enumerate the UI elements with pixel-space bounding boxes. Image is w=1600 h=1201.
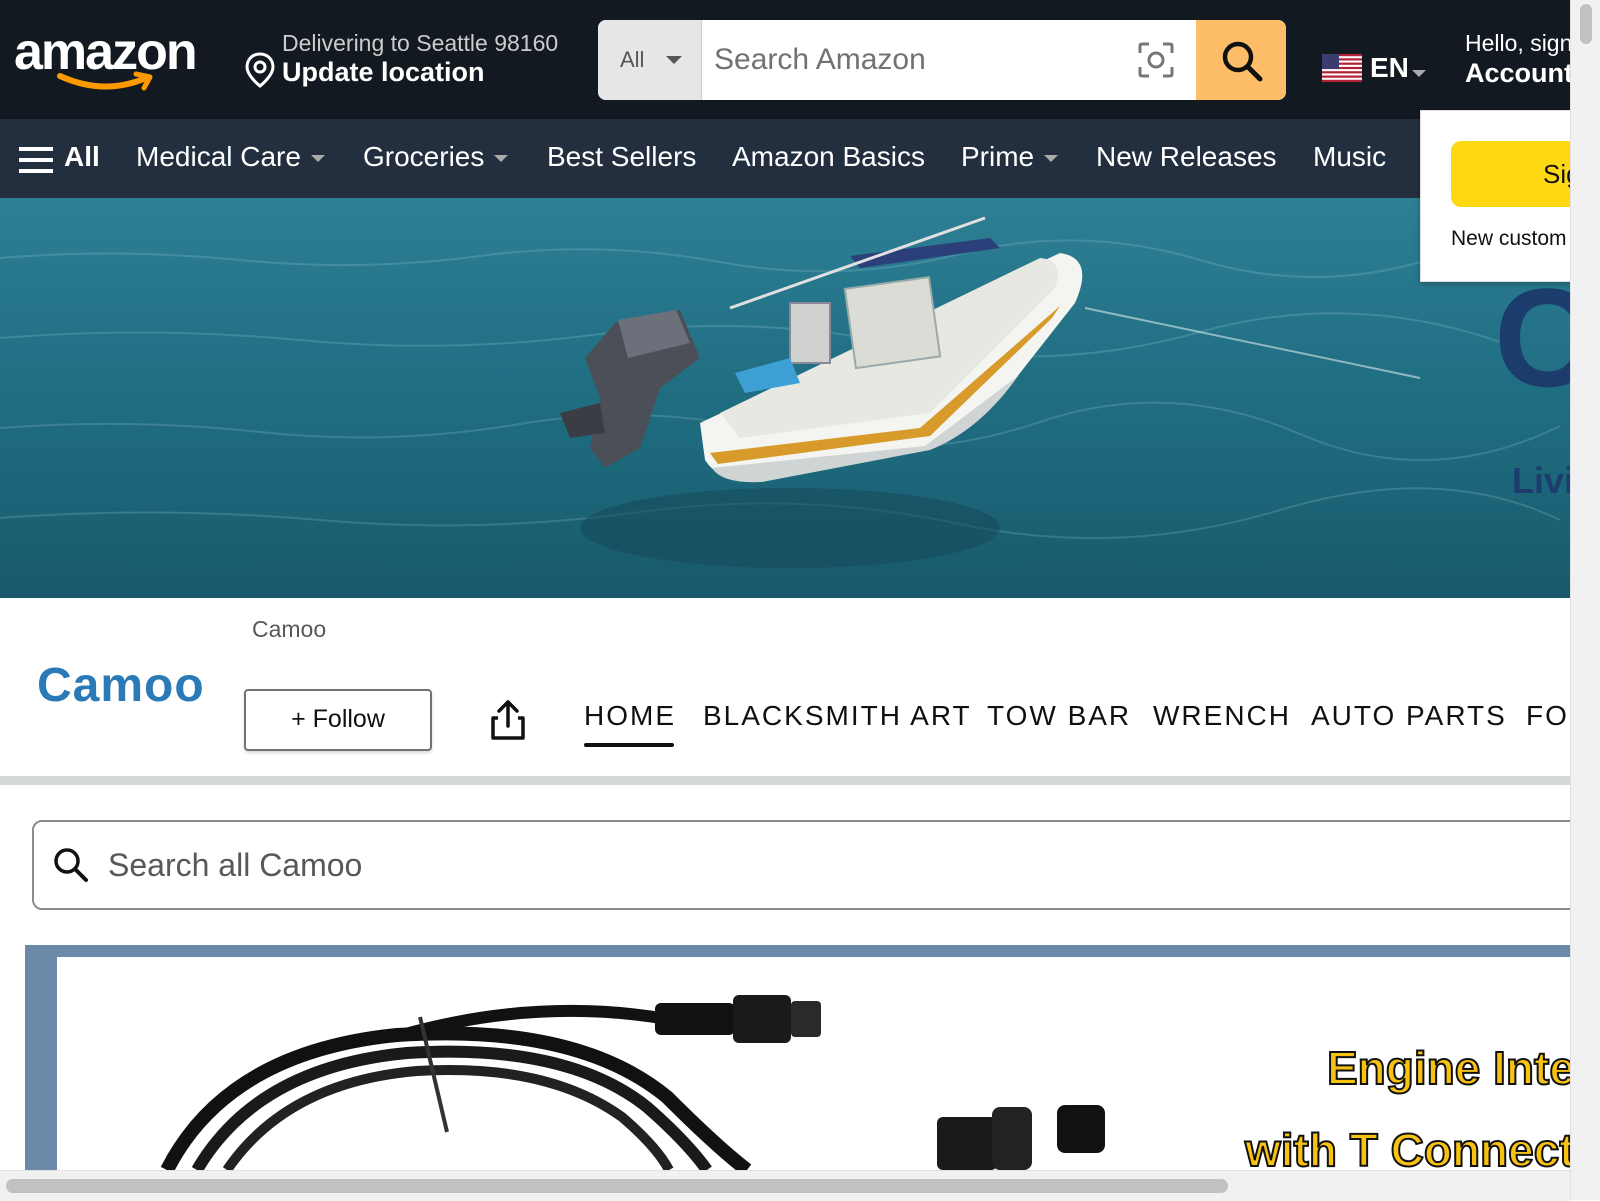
- chevron-down-icon: [1412, 70, 1426, 77]
- chevron-down-icon: [310, 155, 325, 163]
- search-category-label: All: [620, 47, 645, 72]
- camera-lens-icon[interactable]: [1136, 40, 1176, 80]
- logo-smile-icon: [57, 71, 153, 91]
- signin-flyout: Sig New custom: [1420, 110, 1582, 282]
- nav-bar: All Medical Care Groceries Best Sellers …: [0, 119, 1570, 198]
- hamburger-menu-icon: [19, 147, 53, 173]
- nav-item-label: Best Sellers: [547, 141, 697, 172]
- nav-item-label: New Releases: [1096, 141, 1277, 172]
- product-promo-banner[interactable]: Engine Inter with T Connecto: [25, 945, 1570, 1170]
- delivery-location[interactable]: Delivering to Seattle 98160 Update locat…: [245, 30, 575, 90]
- search-submit-button[interactable]: [1196, 20, 1286, 100]
- tab-blacksmith-art[interactable]: BLACKSMITH ART: [703, 700, 972, 732]
- follow-button-label: + Follow: [291, 705, 385, 733]
- nav-item-groceries[interactable]: Groceries: [363, 141, 509, 173]
- nav-item-best-sellers[interactable]: Best Sellers: [547, 141, 696, 173]
- chevron-down-icon: [666, 56, 682, 64]
- delivery-line: Delivering to Seattle 98160: [282, 30, 559, 56]
- nav-item-label: Groceries: [363, 141, 485, 172]
- vertical-scrollbar[interactable]: [1570, 0, 1600, 1200]
- tab-wrench[interactable]: WRENCH: [1153, 700, 1291, 732]
- nav-item-amazon-basics[interactable]: Amazon Basics: [732, 141, 925, 173]
- cable-product-image: [160, 995, 1105, 1170]
- amazon-logo[interactable]: amazon: [14, 22, 214, 100]
- chevron-down-icon: [1044, 155, 1059, 163]
- store-logo-text: Camoo: [37, 659, 205, 712]
- search-input[interactable]: [704, 20, 1184, 100]
- active-tab-indicator: [584, 743, 674, 747]
- promo-headline: Engine Inter: [1326, 1041, 1570, 1095]
- tab-home[interactable]: HOME: [584, 700, 676, 732]
- store-breadcrumb[interactable]: Camoo: [252, 616, 326, 643]
- account-menu[interactable]: Hello, sign Account: [1465, 28, 1570, 98]
- tab-tow-bar[interactable]: TOW BAR: [987, 700, 1131, 732]
- nav-item-medical-care[interactable]: Medical Care: [136, 141, 325, 173]
- boat-image: [0, 216, 1561, 568]
- nav-item-label: Medical Care: [136, 141, 301, 172]
- vertical-scrollbar-thumb[interactable]: [1580, 4, 1592, 44]
- promo-subheadline: with T Connecto: [1244, 1123, 1570, 1170]
- nav-item-new-releases[interactable]: New Releases: [1096, 141, 1277, 173]
- hero-brand-letter: C: [1494, 259, 1570, 416]
- search-category-select[interactable]: All: [598, 20, 702, 100]
- horizontal-scrollbar[interactable]: [0, 1170, 1570, 1201]
- all-menu-label: All: [64, 141, 100, 172]
- nav-item-prime[interactable]: Prime: [961, 141, 1059, 173]
- store-hero-banner: C Livi: [0, 198, 1570, 598]
- search-icon: [54, 848, 88, 882]
- top-header: amazon Delivering to Seattle 98160 Updat…: [0, 0, 1570, 119]
- nav-item-music[interactable]: Music: [1313, 141, 1386, 173]
- search-icon: [1222, 41, 1263, 82]
- store-search-bar: [32, 820, 1596, 910]
- hero-tagline: Livi: [1512, 460, 1570, 501]
- chevron-down-icon: [494, 155, 509, 163]
- follow-button[interactable]: + Follow: [244, 689, 432, 751]
- horizontal-scrollbar-thumb[interactable]: [6, 1179, 1228, 1193]
- greeting-text: Hello, sign: [1465, 30, 1570, 56]
- update-location-label: Update location: [282, 57, 485, 87]
- share-icon[interactable]: [488, 698, 528, 742]
- language-label: EN: [1370, 52, 1409, 83]
- us-flag-icon: [1322, 54, 1362, 82]
- main-search-bar: All: [598, 20, 1286, 100]
- tab-auto-parts[interactable]: AUTO PARTS: [1311, 700, 1507, 732]
- store-search-input[interactable]: [106, 822, 1110, 908]
- store-logo[interactable]: Camoo: [37, 658, 205, 713]
- nav-item-label: Music: [1313, 141, 1387, 172]
- nav-item-label: Prime: [961, 141, 1035, 172]
- new-customer-text: New custom: [1451, 227, 1567, 250]
- store-header: Camoo Camoo + Follow HOME BLACKSMITH ART…: [0, 598, 1589, 776]
- account-label: Account: [1465, 58, 1570, 88]
- signin-button[interactable]: Sig: [1451, 141, 1581, 207]
- section-divider: [0, 776, 1570, 785]
- nav-item-label: Amazon Basics: [732, 141, 925, 172]
- location-pin-icon: [245, 52, 275, 88]
- promo-panel: Engine Inter with T Connecto: [57, 957, 1570, 1170]
- language-selector[interactable]: EN: [1322, 48, 1437, 88]
